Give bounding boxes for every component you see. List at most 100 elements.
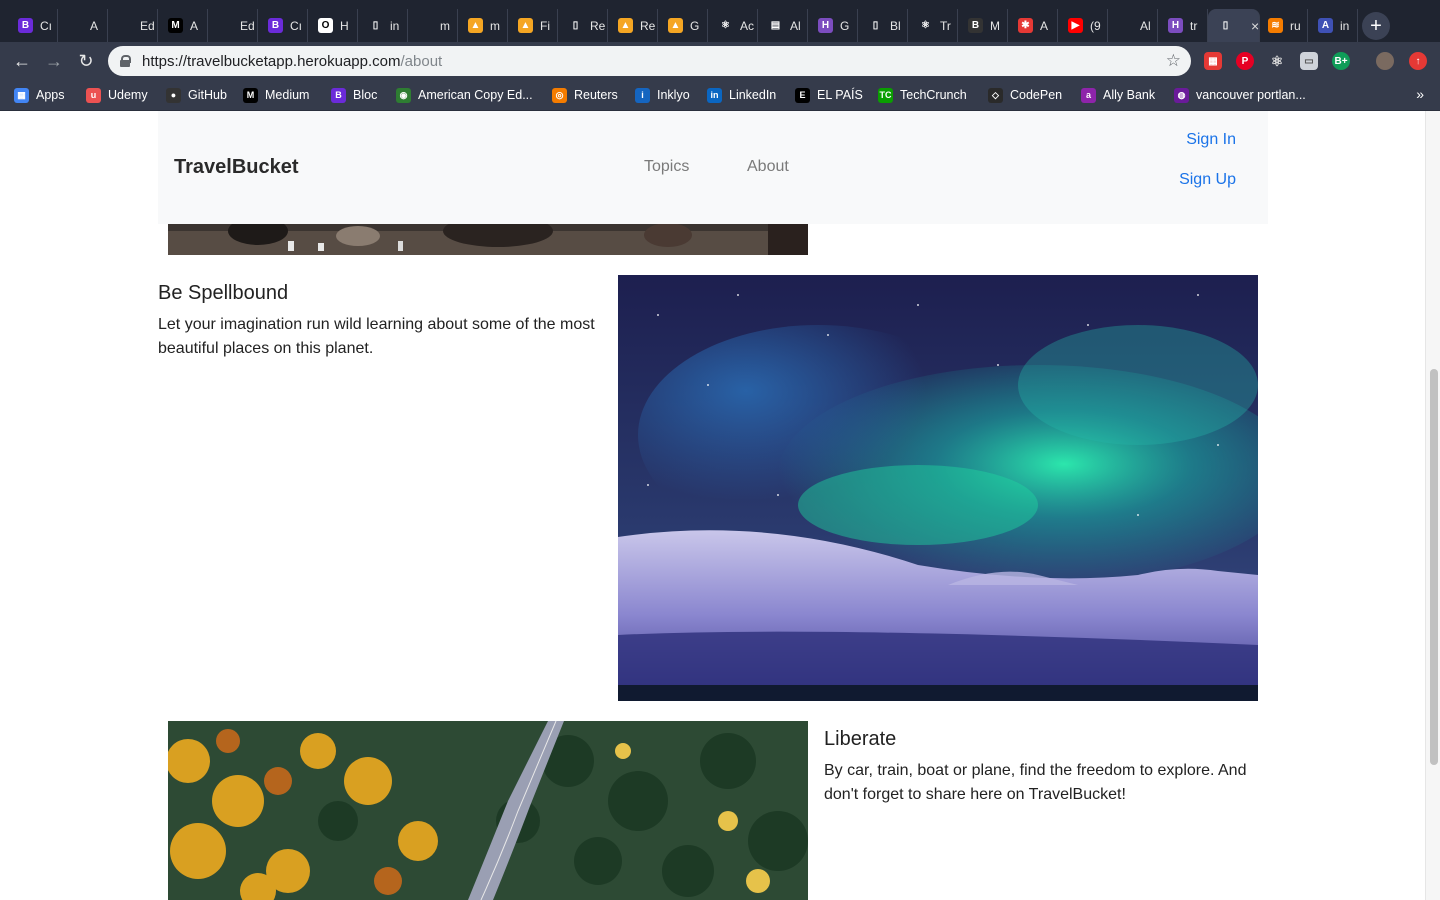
section-heading-spellbound: Be Spellbound bbox=[158, 282, 289, 304]
tab-favicon-icon: ▯ bbox=[868, 18, 883, 33]
url-host: https://travelbucketapp.herokuapp.com bbox=[142, 52, 401, 70]
tab-title: m bbox=[490, 18, 500, 33]
tab-favicon-icon: A bbox=[1318, 18, 1333, 33]
browser-tab[interactable]: ▯ in bbox=[358, 9, 408, 42]
browser-tab[interactable]: ⚛ Tr bbox=[908, 9, 958, 42]
lock-icon bbox=[120, 55, 131, 67]
browser-toolbar: ← → ↻ https://travelbucketapp.herokuapp.… bbox=[0, 42, 1440, 80]
browser-tab[interactable]: Htr bbox=[1158, 9, 1208, 42]
tab-title: Cı bbox=[290, 18, 302, 33]
extension-grammarly-icon[interactable]: B+ bbox=[1332, 52, 1350, 70]
browser-tab[interactable]: ▤ Al bbox=[758, 9, 808, 42]
tab-active[interactable]: ▯ × bbox=[1208, 9, 1260, 42]
bookmark-item[interactable]: ◇ CodePen bbox=[988, 86, 1062, 104]
nav-topics[interactable]: Topics bbox=[644, 158, 689, 176]
tab-title: Fi bbox=[540, 18, 550, 33]
bookmark-item[interactable]: B Bloc bbox=[331, 86, 377, 104]
bookmark-label: vancouver portlan... bbox=[1196, 88, 1306, 102]
bookmark-item[interactable]: ◍ vancouver portlan... bbox=[1174, 86, 1306, 104]
browser-tab[interactable]: Al bbox=[1108, 9, 1158, 42]
section-text-liberate: By car, train, boat or plane, find the f… bbox=[824, 762, 1247, 803]
tab-favicon-icon: H bbox=[818, 18, 833, 33]
back-icon[interactable]: ← bbox=[11, 50, 33, 72]
tab-favicon-icon bbox=[418, 18, 433, 33]
profile-avatar[interactable] bbox=[1376, 52, 1394, 70]
extension-page-icon[interactable]: ▭ bbox=[1300, 52, 1318, 70]
tab-title: Cı bbox=[40, 18, 52, 33]
extension-calendar-icon[interactable]: ▦ bbox=[1204, 52, 1222, 70]
tab-favicon-icon: O bbox=[318, 18, 333, 33]
reload-icon[interactable]: ↻ bbox=[75, 50, 97, 72]
browser-tab[interactable]: A bbox=[58, 9, 108, 42]
bookmark-item[interactable]: M Medium bbox=[243, 86, 309, 104]
tab-favicon-icon: B bbox=[968, 18, 983, 33]
tab-favicon-icon: ▶ bbox=[1068, 18, 1083, 33]
url-path: /about bbox=[400, 52, 443, 70]
bookmark-item[interactable]: TC TechCrunch bbox=[878, 86, 967, 104]
browser-tab[interactable]: MA bbox=[158, 9, 208, 42]
bookmarks-overflow-icon[interactable]: » bbox=[1416, 86, 1424, 102]
tab-title: Ac bbox=[740, 18, 755, 33]
tab-favicon-icon: H bbox=[1168, 18, 1183, 33]
bookmark-item[interactable]: u Udemy bbox=[86, 86, 148, 104]
browser-tab[interactable]: ≋ ru bbox=[1258, 9, 1308, 42]
bookmark-favicon-icon: ◇ bbox=[988, 87, 1003, 103]
extension-react-icon[interactable]: ⚛ bbox=[1268, 52, 1286, 70]
forward-icon[interactable]: → bbox=[43, 50, 65, 72]
tab-title: Ed bbox=[240, 18, 255, 33]
nav-about[interactable]: About bbox=[747, 158, 789, 176]
browser-tab[interactable]: Ed bbox=[208, 9, 258, 42]
scrollbar-thumb[interactable] bbox=[1430, 369, 1438, 765]
browser-tab[interactable]: m bbox=[408, 9, 458, 42]
bookmark-favicon-icon: ◉ bbox=[396, 87, 411, 103]
browser-tab[interactable]: OH bbox=[308, 9, 358, 42]
sign-in-link[interactable]: Sign In bbox=[1186, 131, 1236, 149]
tab-favicon-icon: ≋ bbox=[1268, 18, 1283, 33]
browser-tab[interactable]: BM bbox=[958, 9, 1008, 42]
bookmark-item[interactable]: i Inklyo bbox=[635, 86, 690, 104]
page-scrollbar[interactable] bbox=[1425, 111, 1440, 900]
browser-tab[interactable]: ✱ A bbox=[1008, 9, 1058, 42]
bookmark-star-icon[interactable]: ☆ bbox=[1166, 51, 1181, 71]
bookmark-item[interactable]: ▦ Apps bbox=[14, 86, 65, 104]
bookmark-item[interactable]: ◉ American Copy Ed... bbox=[396, 86, 533, 104]
browser-tab[interactable]: B Cı bbox=[258, 9, 308, 42]
browser-tab[interactable]: HG bbox=[808, 9, 858, 42]
bookmark-label: EL PAÍS bbox=[817, 88, 863, 102]
browser-tab[interactable]: ▲ Fi bbox=[508, 9, 558, 42]
tab-favicon-icon: ⚛ bbox=[718, 18, 733, 33]
tab-title: Re bbox=[590, 18, 606, 33]
bookmark-item[interactable]: a Ally Bank bbox=[1081, 86, 1155, 104]
bookmark-item[interactable]: ● GitHub bbox=[166, 86, 227, 104]
browser-tab[interactable]: B Cı bbox=[8, 9, 58, 42]
bookmark-item[interactable]: in LinkedIn bbox=[707, 86, 776, 104]
browser-tab[interactable]: ▯ Bl bbox=[858, 9, 908, 42]
extension-pinterest-icon[interactable]: P bbox=[1236, 52, 1254, 70]
browser-tab[interactable]: ▲ Re bbox=[608, 9, 658, 42]
browser-tab[interactable]: ▲ m bbox=[458, 9, 508, 42]
new-tab-button[interactable]: + bbox=[1362, 12, 1390, 40]
browser-tab[interactable]: Ain bbox=[1308, 9, 1358, 42]
page-viewport: TravelBucket Topics About Sign In Sign U… bbox=[0, 111, 1440, 900]
address-bar[interactable]: https://travelbucketapp.herokuapp.com/ab… bbox=[108, 46, 1191, 76]
bookmarks-bar: ▦ Apps u Udemy ● GitHub M Medium B Bloc ◉ American … bbox=[0, 80, 1440, 111]
tab-title: Bl bbox=[890, 18, 901, 33]
sign-up-link[interactable]: Sign Up bbox=[1179, 171, 1236, 189]
bookmark-label: CodePen bbox=[1010, 88, 1063, 102]
browser-tab[interactable]: ▲ G bbox=[658, 9, 708, 42]
tab-favicon-icon: ▲ bbox=[668, 18, 683, 33]
tab-favicon-icon: B bbox=[268, 18, 283, 33]
bookmark-item[interactable]: E EL PAÍS bbox=[795, 86, 863, 104]
tab-favicon-icon: ▤ bbox=[768, 18, 783, 33]
update-icon[interactable]: ↑ bbox=[1409, 52, 1427, 70]
bookmark-label: Ally Bank bbox=[1103, 88, 1156, 102]
browser-tab[interactable]: ▶ (9 bbox=[1058, 9, 1108, 42]
browser-tab[interactable]: Ed bbox=[108, 9, 158, 42]
browser-tab[interactable]: ▯ Re bbox=[558, 9, 608, 42]
tab-title: Ed bbox=[140, 18, 155, 33]
tab-favicon-icon bbox=[118, 18, 133, 33]
browser-tab[interactable]: ⚛ Ac bbox=[708, 9, 758, 42]
bookmark-item[interactable]: ◎ Reuters bbox=[552, 86, 618, 104]
tab-favicon-icon: M bbox=[168, 18, 183, 33]
site-brand[interactable]: TravelBucket bbox=[174, 156, 299, 179]
